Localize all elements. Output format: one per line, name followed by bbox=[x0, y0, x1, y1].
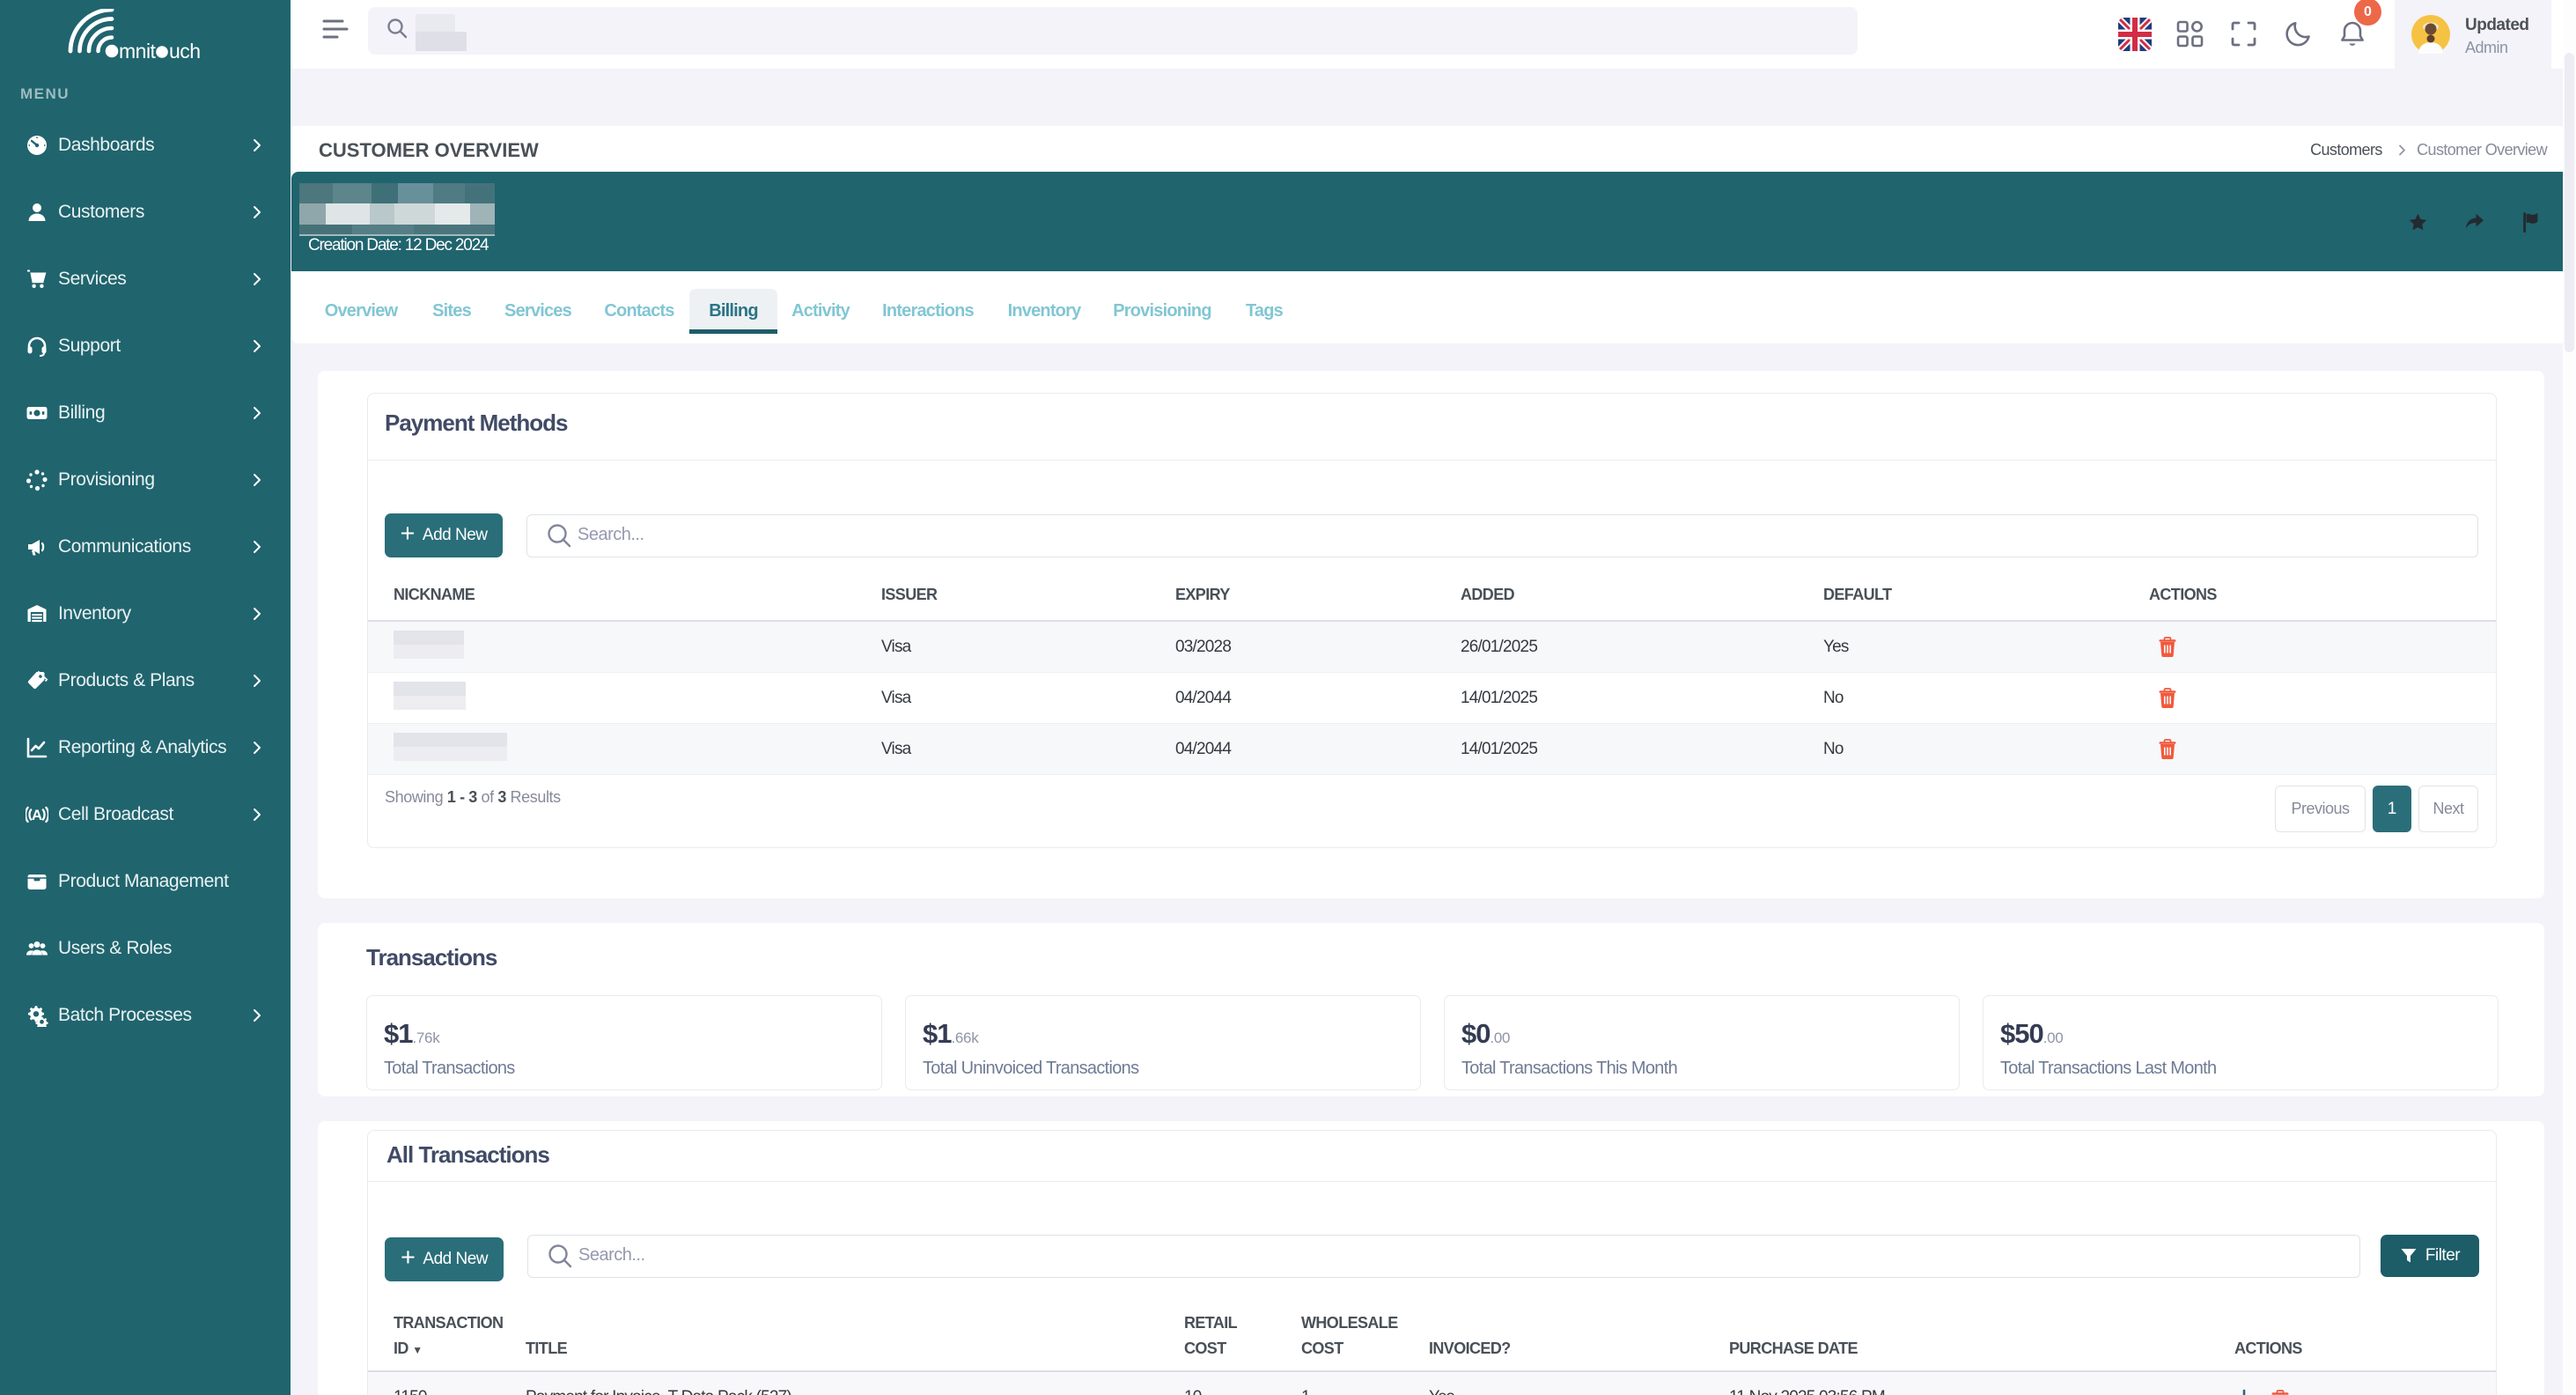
svg-text:A: A bbox=[32, 807, 42, 823]
svg-text:mnit: mnit bbox=[119, 40, 157, 63]
svg-text:uch: uch bbox=[169, 40, 201, 63]
